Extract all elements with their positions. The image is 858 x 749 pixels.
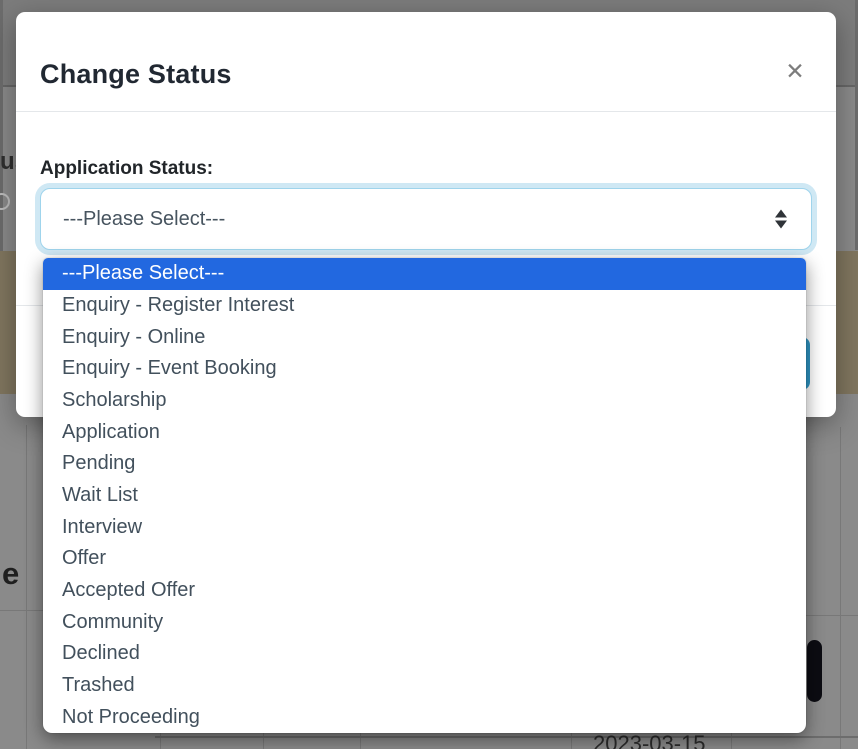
table-column-line [26,425,27,749]
table-date-cell: 2023-03-15 [593,731,706,749]
select-current-value: ---Please Select--- [41,208,225,231]
table-row-line [0,610,44,611]
background-clipped-letter: e [2,556,19,592]
modal-header: Change Status ✕ [16,12,836,112]
dropdown-option[interactable]: ---Please Select--- [43,258,806,290]
application-status-label: Application Status: [40,158,213,180]
dropdown-option[interactable]: Trashed [43,670,806,702]
dark-scrollbar-thumb[interactable] [807,640,822,702]
dropdown-option[interactable]: Scholarship [43,385,806,417]
table-row-line [155,736,858,738]
dropdown-option[interactable]: Declined [43,638,806,670]
table-column-line [840,427,841,749]
dropdown-option[interactable]: Not Proceeding [43,701,806,733]
dropdown-option[interactable]: Community [43,606,806,638]
dropdown-option[interactable]: Pending [43,448,806,480]
dropdown-option[interactable]: Accepted Offer [43,575,806,607]
status-dropdown-list: ---Please Select---Enquiry - Register In… [43,258,806,733]
background-left-edge [0,0,3,253]
close-icon: ✕ [785,58,804,84]
close-button[interactable]: ✕ [778,54,812,88]
table-row-line [806,615,858,616]
dropdown-option[interactable]: Enquiry - Register Interest [43,290,806,322]
dropdown-option[interactable]: Offer [43,543,806,575]
select-updown-icon [775,210,787,229]
dropdown-option[interactable]: Application [43,416,806,448]
dropdown-option[interactable]: Wait List [43,480,806,512]
chevron-down-icon [775,221,787,229]
dropdown-option[interactable]: Enquiry - Event Booking [43,353,806,385]
application-status-select[interactable]: ---Please Select--- [40,188,812,250]
chevron-up-icon [775,210,787,218]
background-input-corner-fragment [0,193,10,210]
dropdown-option[interactable]: Interview [43,511,806,543]
dropdown-option[interactable]: Enquiry - Online [43,321,806,353]
modal-title: Change Status [40,59,232,90]
screen: us e 2023-03-15 Change Status ✕ Applicat… [0,0,858,749]
